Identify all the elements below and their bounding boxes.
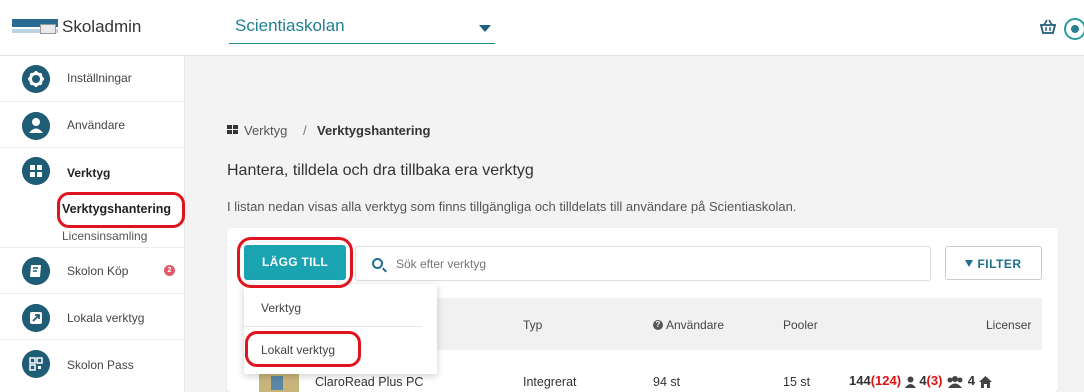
filter-button[interactable]: FILTER [945, 246, 1042, 280]
license-user: 4 [919, 373, 927, 388]
help-icon[interactable] [1064, 18, 1084, 40]
skoladmin-logo-icon[interactable] [12, 15, 60, 41]
breadcrumb-separator: / [303, 123, 307, 138]
sidebar-item-lokala-verktyg[interactable]: Lokala verktyg [0, 294, 185, 340]
license-summary: 144(124) 4(3) 4 [849, 373, 992, 388]
column-header-type[interactable]: Typ [523, 318, 542, 332]
tool-type: Integrerat [523, 375, 577, 389]
sidebar-item-label: Skolon Köp [67, 264, 129, 278]
group-icon [947, 375, 963, 388]
dropdown-item-verktyg[interactable]: Verktyg [261, 301, 301, 315]
annotation-highlight-verktygshantering [57, 192, 185, 228]
page-description: I listan nedan visas alla verktyg som fi… [227, 199, 797, 214]
sidebar-item-label: Inställningar [67, 71, 132, 85]
book-icon [22, 257, 50, 285]
tool-name[interactable]: ClaroRead Plus PC [315, 375, 423, 389]
dropdown-divider [244, 326, 422, 327]
filter-label: FILTER [977, 257, 1022, 271]
annotation-highlight-lokalt-verktyg [245, 331, 361, 367]
search-icon [372, 258, 383, 269]
column-header-pools[interactable]: Pooler [783, 318, 818, 332]
annotation-highlight-add-button [237, 237, 353, 288]
sidebar-item-label: Lokala verktyg [67, 311, 145, 325]
breadcrumb-current: Verktygshantering [317, 123, 431, 138]
grid-icon [227, 125, 238, 135]
school-select-value: Scientiaskolan [235, 16, 345, 35]
filter-icon [965, 260, 974, 268]
notification-badge: 2 [164, 265, 175, 276]
home-icon [978, 375, 992, 388]
breadcrumb-parent[interactable]: Verktyg [244, 123, 287, 138]
school-select[interactable]: Scientiaskolan [229, 8, 495, 44]
tool-users: 94 st [653, 375, 681, 389]
external-link-icon [22, 304, 50, 332]
license-total-available: (124) [870, 373, 902, 388]
sidebar-item-installningar[interactable]: Inställningar [0, 56, 185, 102]
tool-thumbnail [259, 374, 299, 392]
sidebar-item-label: Verktyg [67, 166, 111, 180]
search-box[interactable] [355, 246, 931, 281]
sidebar-item-skolon-pass[interactable]: Skolon Pass [0, 340, 185, 386]
qr-icon [22, 350, 50, 378]
column-header-users[interactable]: ? Användare [653, 318, 724, 332]
top-bar: Skoladmin Scientiaskolan [0, 0, 1084, 56]
sidebar-subitem-licensinsamling[interactable]: Licensinsamling [62, 229, 147, 243]
license-total: 144 [849, 373, 871, 388]
user-icon [22, 112, 50, 140]
sidebar-item-skolon-kop[interactable]: Skolon Köp 2 [0, 248, 185, 294]
sidebar-item-label: Skolon Pass [67, 358, 134, 372]
user-icon [904, 376, 916, 388]
tool-pools: 15 st [783, 375, 811, 389]
app-title[interactable]: Skoladmin [62, 17, 141, 37]
search-input[interactable] [396, 255, 916, 273]
column-header-licenses[interactable]: Licenser [986, 318, 1031, 332]
question-circle-icon: ? [653, 319, 663, 330]
license-group: 4 [967, 373, 975, 388]
page-title: Hantera, tilldela och dra tillbaka era v… [227, 162, 534, 179]
gear-icon [22, 65, 50, 93]
sidebar-item-label: Användare [67, 118, 126, 132]
sidebar-item-anvandare[interactable]: Användare [0, 102, 185, 148]
grid-icon [22, 157, 50, 185]
caret-down-icon [479, 25, 491, 32]
basket-icon[interactable] [1040, 19, 1056, 35]
license-user-available: (3) [926, 373, 943, 388]
